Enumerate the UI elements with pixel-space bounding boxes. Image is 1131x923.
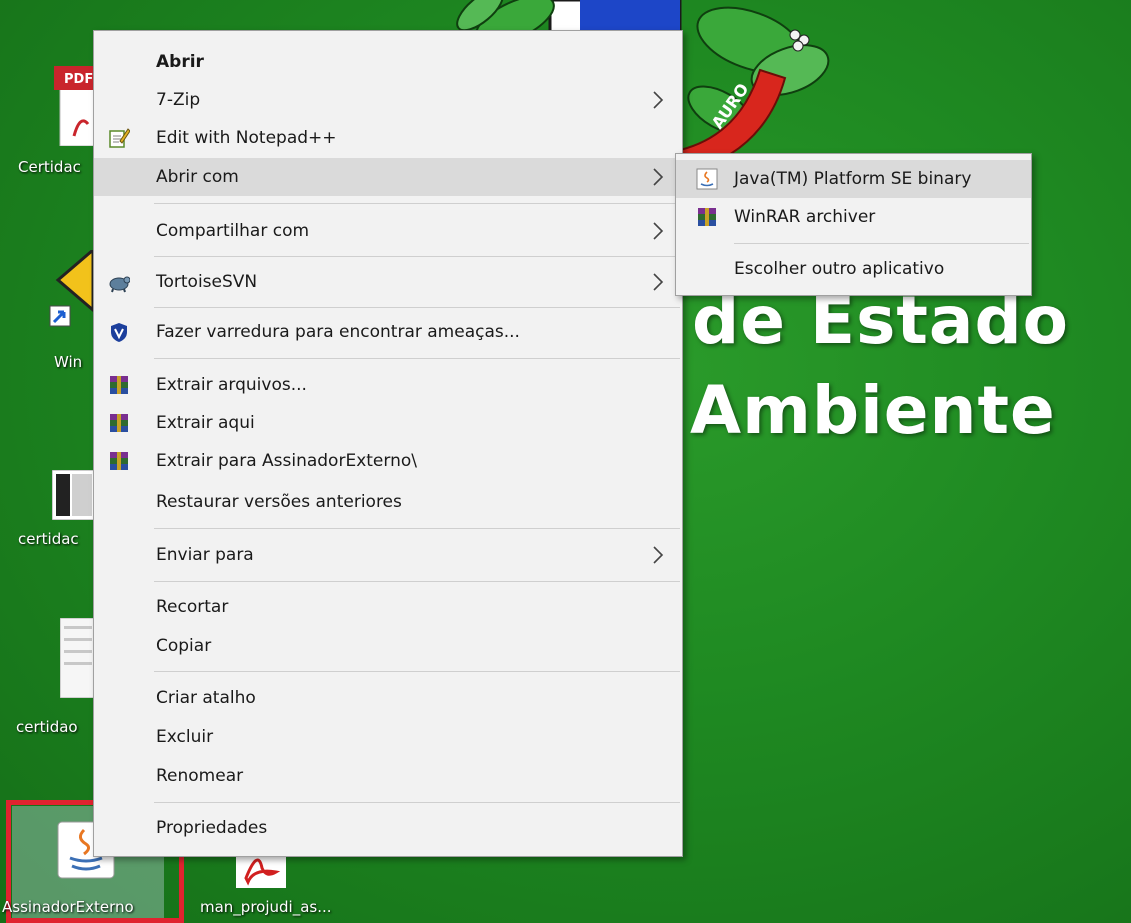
chevron-right-icon	[653, 91, 664, 109]
chevron-right-icon	[653, 546, 664, 564]
menu-separator	[154, 256, 680, 257]
menu-item-propriedades[interactable]: Propriedades	[94, 809, 682, 847]
submenu-item-label: Escolher outro aplicativo	[734, 259, 945, 279]
menu-item-extrair-para[interactable]: Extrair para AssinadorExterno\	[94, 442, 682, 480]
menu-item-label: Extrair aqui	[156, 413, 255, 433]
menu-item-label: Edit with Notepad++	[156, 128, 337, 148]
menu-item-label: Abrir com	[156, 167, 239, 187]
chevron-right-icon	[653, 168, 664, 186]
menu-item-label: Propriedades	[156, 818, 268, 838]
image-file-icon	[52, 470, 96, 520]
document-file-icon	[60, 618, 96, 698]
submenu-item-escolher-outro[interactable]: Escolher outro aplicativo	[676, 250, 1031, 288]
pdf-badge: PDF	[64, 72, 93, 87]
menu-item-label: Enviar para	[156, 545, 254, 565]
menu-separator	[154, 307, 680, 308]
menu-item-abrir-com[interactable]: Abrir com	[94, 158, 682, 196]
menu-item-tortoisesvn[interactable]: TortoiseSVN	[94, 263, 682, 301]
menu-separator	[154, 802, 680, 803]
notepad-plus-plus-icon	[109, 128, 130, 148]
menu-item-label: Extrair para AssinadorExterno\	[156, 451, 417, 471]
desktop-icon-label: man_projudi_as...	[200, 898, 332, 916]
menu-item-label: Criar atalho	[156, 688, 256, 708]
chevron-right-icon	[653, 273, 664, 291]
winrar-icon	[110, 452, 128, 470]
menu-item-label: Excluir	[156, 727, 214, 747]
menu-item-abrir[interactable]: Abrir	[94, 43, 682, 81]
menu-separator	[154, 203, 680, 204]
context-menu: Abrir 7-Zip Edit with Notepad++ Abrir co…	[93, 30, 683, 857]
menu-item-label: Extrair arquivos...	[156, 375, 307, 395]
menu-item-compartilhar-com[interactable]: Compartilhar com	[94, 212, 682, 250]
menu-separator	[154, 358, 680, 359]
menu-item-label: Abrir	[156, 52, 204, 72]
menu-item-renomear[interactable]: Renomear	[94, 757, 682, 795]
menu-item-label: Fazer varredura para encontrar ameaças..…	[156, 322, 520, 342]
menu-item-criar-atalho[interactable]: Criar atalho	[94, 679, 682, 717]
winrar-icon	[698, 208, 716, 226]
menu-item-label: Restaurar versões anteriores	[156, 492, 402, 512]
desktop-icon-label: Certidac	[18, 158, 81, 176]
menu-item-label: Compartilhar com	[156, 221, 310, 241]
submenu-abrir-com: Java(TM) Platform SE binary WinRAR archi…	[675, 153, 1032, 296]
menu-item-label: Copiar	[156, 636, 212, 656]
chevron-right-icon	[653, 222, 664, 240]
menu-item-extrair-aqui[interactable]: Extrair aqui	[94, 404, 682, 442]
menu-item-7zip[interactable]: 7-Zip	[94, 81, 682, 119]
menu-item-label: TortoiseSVN	[156, 272, 258, 292]
winrar-icon	[110, 414, 128, 432]
submenu-item-label: Java(TM) Platform SE binary	[734, 169, 972, 189]
winrar-icon	[110, 376, 128, 394]
menu-item-label: 7-Zip	[156, 90, 201, 110]
desktop-icon-label: certidac	[18, 530, 79, 548]
menu-item-label: Renomear	[156, 766, 244, 786]
java-icon	[696, 168, 718, 190]
shortcut-icon	[49, 250, 95, 327]
submenu-item-label: WinRAR archiver	[734, 207, 876, 227]
menu-item-copiar[interactable]: Copiar	[94, 627, 682, 665]
menu-separator	[154, 528, 680, 529]
submenu-item-winrar[interactable]: WinRAR archiver	[676, 198, 1031, 236]
desktop-icon-label: certidao	[16, 718, 78, 736]
menu-separator	[734, 243, 1029, 244]
menu-separator	[154, 671, 680, 672]
menu-item-edit-notepadpp[interactable]: Edit with Notepad++	[94, 119, 682, 157]
menu-item-enviar-para[interactable]: Enviar para	[94, 536, 682, 574]
menu-item-label: Recortar	[156, 597, 229, 617]
menu-separator	[154, 581, 680, 582]
desktop-icon-label: Win	[54, 353, 83, 371]
desktop-icon-label: AssinadorExterno	[2, 898, 134, 916]
submenu-item-java[interactable]: Java(TM) Platform SE binary	[676, 160, 1031, 198]
menu-item-extrair-arquivos[interactable]: Extrair arquivos...	[94, 366, 682, 404]
menu-item-recortar[interactable]: Recortar	[94, 588, 682, 626]
wallpaper-text-line2: Ambiente	[690, 372, 1056, 449]
menu-item-fazer-varredura[interactable]: Fazer varredura para encontrar ameaças..…	[94, 313, 682, 351]
defender-shield-icon	[111, 323, 127, 342]
tortoisesvn-icon	[109, 276, 130, 293]
menu-item-restaurar-versoes[interactable]: Restaurar versões anteriores	[94, 483, 682, 521]
menu-item-excluir[interactable]: Excluir	[94, 718, 682, 756]
